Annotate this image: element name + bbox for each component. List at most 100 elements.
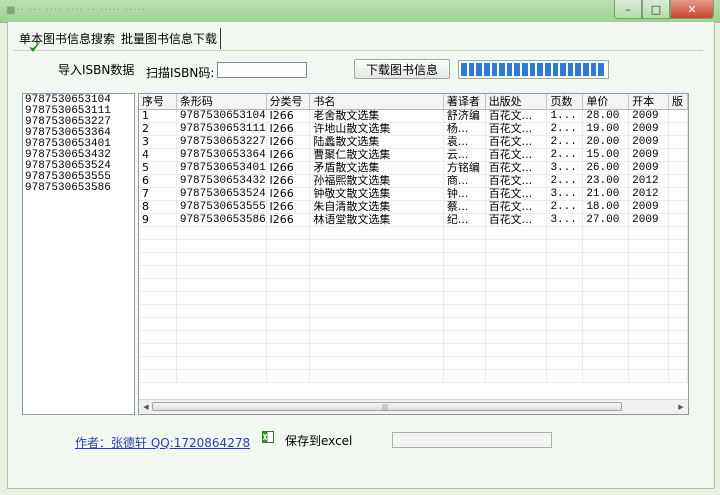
- empty-cell: [583, 370, 630, 382]
- table-cell: [669, 214, 688, 226]
- empty-cell: [629, 305, 670, 317]
- title-bar[interactable]: ■·· ··· ···· ···· ·· ····· ····· – □ ✕: [0, 0, 720, 23]
- table-cell: 云...: [444, 149, 486, 161]
- isbn-list-item[interactable]: 9787530653586: [25, 183, 132, 194]
- close-button[interactable]: ✕: [670, 0, 714, 19]
- scan-isbn-label: 扫描ISBN码:: [146, 66, 215, 80]
- table-row[interactable]: 5 9787530653401 I266 矛盾散文选集 方铭编 百花文... 3... 26.…: [139, 162, 688, 175]
- column-header[interactable]: 页数: [547, 94, 584, 109]
- progress-segment: [506, 63, 513, 76]
- table-row[interactable]: 1 9787530653104 I266 老舍散文选集 舒济编 百花文... 1... 28.…: [139, 110, 688, 123]
- progress-segment: [522, 63, 528, 76]
- column-header[interactable]: 著译者: [444, 94, 486, 109]
- empty-cell: [669, 227, 688, 239]
- column-header[interactable]: 版: [669, 94, 688, 109]
- empty-cell: [547, 370, 584, 382]
- empty-cell: [547, 305, 584, 317]
- empty-cell: [444, 227, 486, 239]
- table-cell: 9787530653586: [177, 214, 267, 226]
- table-cell: 老舍散文选集: [310, 110, 444, 122]
- table-cell: 2009: [629, 110, 670, 122]
- import-isbn-label[interactable]: 导入ISBN数据: [58, 61, 134, 78]
- column-header[interactable]: 单价: [583, 94, 630, 109]
- table-cell: I266: [267, 214, 311, 226]
- horizontal-scrollbar[interactable]: ◀ ||| ▶: [139, 399, 688, 414]
- empty-cell: [177, 253, 267, 265]
- empty-cell: [310, 370, 444, 382]
- table-row[interactable]: 7 9787530653524 I266 钟敬文散文选集 钟... 百花文... 3... 2…: [139, 188, 688, 201]
- empty-cell: [310, 318, 444, 330]
- empty-cell: [486, 227, 548, 239]
- empty-cell: [583, 279, 630, 291]
- empty-cell: [486, 331, 548, 343]
- download-book-info-button[interactable]: 下载图书信息: [354, 59, 450, 79]
- empty-cell: [583, 240, 630, 252]
- column-header[interactable]: 分类号: [267, 94, 311, 109]
- table-cell: 3...: [547, 162, 584, 174]
- empty-cell: [444, 344, 486, 356]
- excel-icon[interactable]: [262, 431, 274, 443]
- table-cell: [669, 110, 688, 122]
- table-cell: 2009: [629, 123, 670, 135]
- progress-segment: [575, 63, 581, 76]
- table-row[interactable]: 9 9787530653586 I266 林语堂散文选集 纪... 百花文... 3... 2…: [139, 214, 688, 227]
- progress-segment: [529, 63, 536, 76]
- empty-cell: [629, 370, 670, 382]
- empty-cell: [267, 240, 311, 252]
- table-cell: 4: [139, 149, 177, 161]
- empty-cell: [177, 266, 267, 278]
- scrollbar-thumb[interactable]: |||: [152, 402, 622, 411]
- column-header[interactable]: 出版处: [486, 94, 548, 109]
- checkmark-icon[interactable]: [28, 40, 42, 54]
- scroll-right-icon[interactable]: ▶: [675, 401, 687, 413]
- minimize-button[interactable]: –: [614, 0, 642, 19]
- table-row[interactable]: 2 9787530653111 I266 许地山散文选集 杨... 百花文... 2... 1…: [139, 123, 688, 136]
- table-cell: 2...: [547, 149, 584, 161]
- table-row[interactable]: 8 9787530653555 I266 朱自清散文选集 蔡... 百花文... 2... 1…: [139, 201, 688, 214]
- empty-cell: [486, 344, 548, 356]
- progress-segment: [491, 63, 498, 76]
- empty-cell: [267, 279, 311, 291]
- table-cell: 方铭编: [444, 162, 486, 174]
- empty-cell: [177, 318, 267, 330]
- column-header[interactable]: 开本: [629, 94, 670, 109]
- table-cell: 2009: [629, 136, 670, 148]
- progress-segment: [560, 63, 566, 76]
- tab-batch-download[interactable]: 批量图书信息下载: [118, 28, 222, 49]
- table-row[interactable]: 4 9787530653364 I266 曹聚仁散文选集 云... 百花文... 2... 1…: [139, 149, 688, 162]
- author-link[interactable]: 作者：张德轩 QQ:1720864278: [75, 434, 250, 451]
- maximize-button[interactable]: □: [642, 0, 670, 19]
- progress-segment: [552, 63, 559, 76]
- empty-cell: [267, 370, 311, 382]
- empty-cell: [310, 331, 444, 343]
- empty-cell: [139, 240, 177, 252]
- column-header[interactable]: 条形码: [177, 94, 267, 109]
- table-row[interactable]: 6 9787530653432 I266 孙福熙散文选集 商... 百花文... 2... 2…: [139, 175, 688, 188]
- empty-cell: [310, 266, 444, 278]
- save-to-excel-label[interactable]: 保存到excel: [285, 432, 352, 449]
- empty-cell: [139, 318, 177, 330]
- scan-isbn-input[interactable]: [217, 62, 307, 78]
- progress-segment: [598, 63, 604, 76]
- empty-cell: [669, 344, 688, 356]
- isbn-list[interactable]: 9787530653104 9787530653111 9787530653227 9…: [22, 93, 135, 415]
- table-cell: 20.00: [583, 136, 630, 148]
- empty-cell: [444, 305, 486, 317]
- scroll-left-icon[interactable]: ◀: [140, 401, 152, 413]
- table-cell: 2...: [547, 123, 584, 135]
- empty-cell: [177, 292, 267, 304]
- column-header[interactable]: 书名: [310, 94, 444, 109]
- empty-row: [139, 357, 688, 370]
- table-row[interactable]: 3 9787530653227 I266 陆蠡散文选集 袁... 百花文... 2... 20…: [139, 136, 688, 149]
- book-info-grid[interactable]: 序号 条形码 分类号 书名 著译者 出版处 页数 单价 开本版 1 9787530653104 I2…: [138, 93, 689, 415]
- empty-cell: [177, 227, 267, 239]
- table-cell: 21.00: [583, 188, 630, 200]
- empty-cell: [669, 266, 688, 278]
- save-path-field[interactable]: [392, 432, 552, 448]
- empty-cell: [547, 240, 584, 252]
- empty-cell: [267, 357, 311, 369]
- column-header[interactable]: 序号: [139, 94, 177, 109]
- empty-cell: [583, 292, 630, 304]
- table-cell: 百花文...: [486, 175, 548, 187]
- empty-cell: [139, 266, 177, 278]
